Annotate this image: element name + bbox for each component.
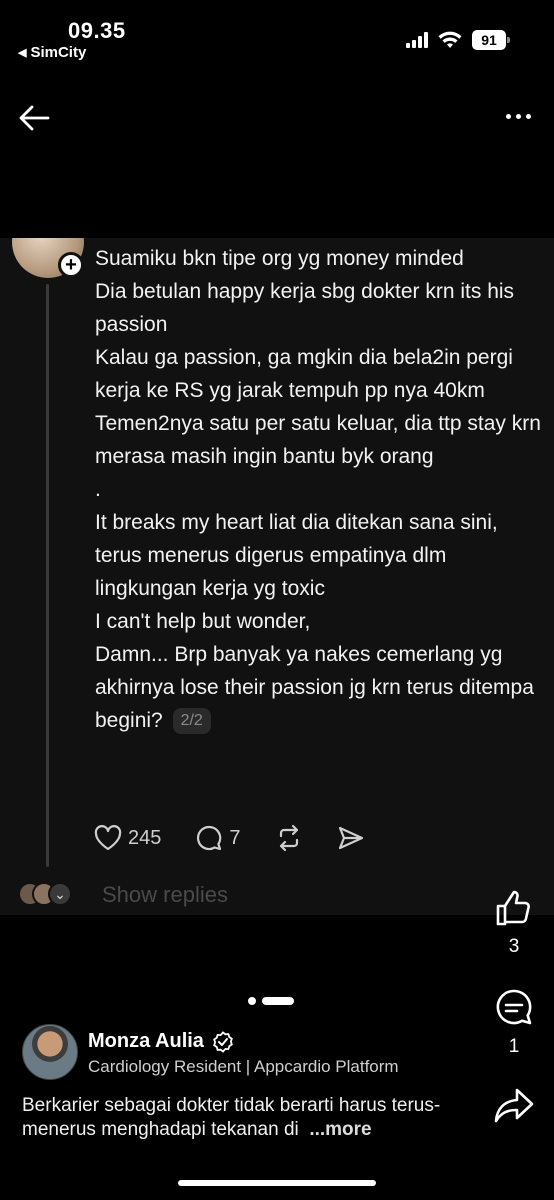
home-indicator[interactable] <box>178 1180 376 1186</box>
author-avatar[interactable] <box>22 1024 78 1080</box>
share-button[interactable] <box>492 1086 536 1126</box>
share-arrow-icon <box>494 1088 534 1123</box>
post-line: Kalau ga passion, ga mgkin dia bela2in p… <box>95 346 519 402</box>
post-line: Temen2nya satu per satu keluar, dia ttp … <box>95 412 547 468</box>
reply-avatars: ⌄ <box>18 882 78 908</box>
see-more-link[interactable]: ...more <box>309 1119 371 1140</box>
verified-badge-icon <box>213 1030 233 1053</box>
author-name: Monza Aulia <box>88 1030 204 1052</box>
carousel-pager <box>248 997 294 1005</box>
post-line: Damn... Brp banyak ya nakes cemerlang yg… <box>95 643 540 732</box>
repost-action <box>275 824 303 852</box>
replies-row: ⌄ Show replies <box>18 882 228 908</box>
pager-dot <box>248 997 256 1005</box>
show-replies-label: Show replies <box>102 882 228 907</box>
back-arrow-icon[interactable] <box>16 100 52 136</box>
thread-line <box>46 284 49 867</box>
post-line: I can't help but wonder, <box>95 610 311 633</box>
cellular-signal-icon <box>406 32 428 48</box>
author-name-row[interactable]: Monza Aulia <box>88 1030 234 1053</box>
wifi-icon <box>438 31 462 48</box>
like-count: 245 <box>128 826 162 849</box>
share-action <box>337 824 365 852</box>
battery-level: 91 <box>481 32 497 48</box>
comment-icon <box>197 825 222 851</box>
comment-count: 1 <box>508 1036 520 1057</box>
back-app-label: SimCity <box>30 44 87 61</box>
post-body: Suamiku bkn tipe org yg money minded Dia… <box>95 242 545 737</box>
follow-plus-icon: + <box>58 252 84 278</box>
post-screenshot: + Suamiku bkn tipe org yg money minded D… <box>0 238 554 915</box>
post-line: Dia betulan happy kerja sbg dokter krn i… <box>95 280 520 336</box>
back-triangle-icon: ◀ <box>18 47 27 59</box>
post-line-last: Damn... Brp banyak ya nakes cemerlang yg… <box>95 638 545 737</box>
back-to-app[interactable]: ◀ SimCity <box>18 44 86 61</box>
comment-button[interactable]: 1 <box>492 988 536 1058</box>
like-count: 3 <box>508 936 520 957</box>
page-badge: 2/2 <box>172 708 211 735</box>
post-actions: 245 7 <box>94 824 399 852</box>
thumbs-up-icon <box>496 890 530 926</box>
post-line: . <box>95 478 101 501</box>
heart-icon <box>94 825 122 851</box>
comment-action: 7 <box>195 824 241 852</box>
comment-bubble-icon <box>496 989 532 1025</box>
repost-icon <box>279 824 298 852</box>
battery-indicator: 91 <box>472 30 510 50</box>
pager-dot-active <box>262 997 294 1005</box>
send-icon <box>338 826 363 850</box>
like-button[interactable]: 3 <box>492 888 536 958</box>
caption-text: Berkarier sebagai dokter tidak berarti h… <box>22 1095 441 1140</box>
like-action: 245 <box>94 825 161 851</box>
more-options-icon[interactable] <box>500 104 536 128</box>
chevron-down-icon: ⌄ <box>48 882 72 906</box>
author-subtitle: Cardiology Resident | Appcardio Platform <box>88 1057 399 1076</box>
post-line: It breaks my heart liat dia ditekan sana… <box>95 511 504 600</box>
post-line: Suamiku bkn tipe org yg money minded <box>95 247 464 270</box>
comment-count: 7 <box>229 826 241 849</box>
caption[interactable]: Berkarier sebagai dokter tidak berarti h… <box>22 1094 462 1142</box>
status-time: 09.35 <box>68 18 126 43</box>
